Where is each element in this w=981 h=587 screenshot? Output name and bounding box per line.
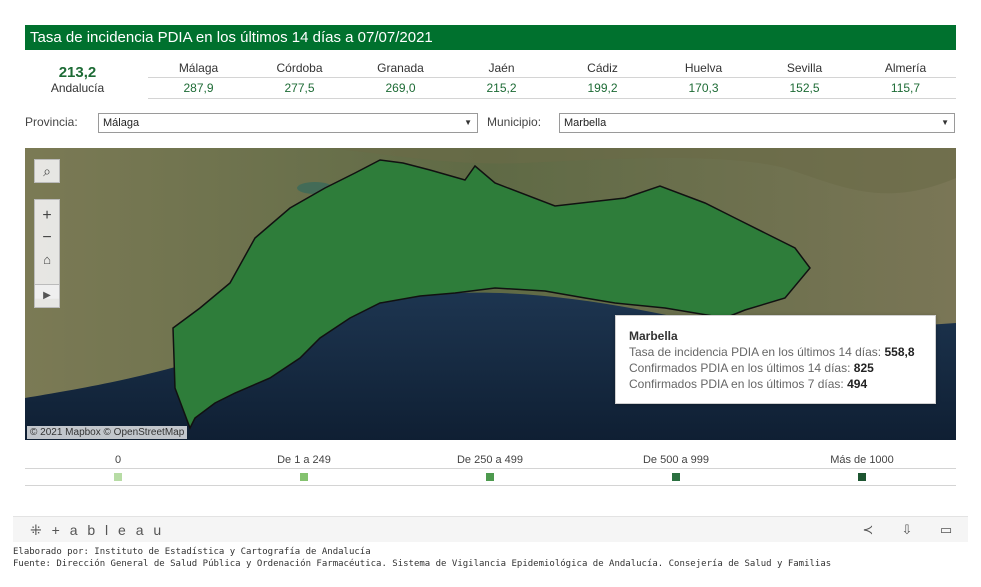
province-name: Granada <box>377 61 424 75</box>
fullscreen-icon[interactable]: ▭ <box>936 520 956 540</box>
province-value: 269,0 <box>385 81 416 95</box>
province-value: 152,5 <box>789 81 820 95</box>
footer-credits: Elaborado por: Instituto de Estadística … <box>13 546 963 570</box>
legend-swatch[interactable] <box>114 473 122 481</box>
share-icon[interactable]: ≺ <box>858 520 878 540</box>
legend-swatch[interactable] <box>300 473 308 481</box>
chevron-down-icon: ▼ <box>941 118 949 127</box>
filter-bar: Provincia: Málaga ▼ Municipio: Marbella … <box>25 113 956 133</box>
color-legend: 0 De 1 a 249 De 250 a 499 De 500 a 999 M… <box>25 453 956 487</box>
province-value: 287,9 <box>183 81 214 95</box>
tooltip-confirmed-14-label: Confirmados PDIA en los últimos 14 días: <box>629 361 851 375</box>
legend-labels: 0 De 1 a 249 De 250 a 499 De 500 a 999 M… <box>25 453 956 469</box>
legend-label: De 1 a 249 <box>277 454 331 466</box>
footer-line-source: Fuente: Dirección General de Salud Públi… <box>13 559 832 569</box>
andalucia-label: Andalucía <box>50 81 105 95</box>
tableau-logo-icon: ⁜ <box>30 522 45 538</box>
search-icon[interactable]: ⌕ <box>34 159 60 183</box>
chevron-down-icon: ▼ <box>464 118 472 127</box>
legend-swatch[interactable] <box>858 473 866 481</box>
legend-label: 0 <box>114 454 122 466</box>
legend-label: De 500 a 999 <box>642 454 710 466</box>
province-table: Málaga Córdoba Granada Jaén Cádiz Huelva… <box>148 58 956 99</box>
municipio-selected-value: Marbella <box>564 117 607 129</box>
incidence-summary: 213,2 Andalucía Málaga Córdoba Granada J… <box>25 58 956 100</box>
province-name: Córdoba <box>276 61 323 75</box>
province-value: 170,3 <box>688 81 719 95</box>
map-attribution[interactable]: © 2021 Mapbox © OpenStreetMap <box>27 426 188 439</box>
municipio-label: Municipio: <box>487 115 542 129</box>
tableau-logo[interactable]: ⁜ + a b l e a u <box>30 521 164 539</box>
province-name: Almería <box>884 61 927 75</box>
province-name: Jaén <box>488 61 515 75</box>
legend-swatch[interactable] <box>486 473 494 481</box>
tooltip-confirmed-7-label: Confirmados PDIA en los últimos 7 días: <box>629 377 844 391</box>
zoom-in-icon[interactable]: + <box>35 205 59 227</box>
province-value-row: 287,9 277,5 269,0 215,2 199,2 170,3 152,… <box>148 78 956 99</box>
province-name: Sevilla <box>786 61 823 75</box>
tooltip-incidence-value: 558,8 <box>884 345 915 359</box>
tooltip-incidence-label: Tasa de incidencia PDIA en los últimos 1… <box>629 345 882 359</box>
legend-label: Más de 1000 <box>830 454 894 466</box>
download-icon[interactable]: ⇩ <box>897 520 917 540</box>
province-header-row: Málaga Córdoba Granada Jaén Cádiz Huelva… <box>148 58 956 78</box>
province-value: 277,5 <box>284 81 315 95</box>
province-value: 115,7 <box>890 81 921 95</box>
province-name: Cádiz <box>587 61 618 75</box>
province-name: Huelva <box>684 61 723 75</box>
provincia-label: Provincia: <box>25 115 78 129</box>
province-name: Málaga <box>178 61 219 75</box>
tooltip-confirmed-7-value: 494 <box>847 377 868 391</box>
legend-swatches <box>25 469 956 486</box>
provincia-select[interactable]: Málaga ▼ <box>98 113 478 133</box>
legend-label: De 250 a 499 <box>456 454 524 466</box>
page-title: Tasa de incidencia PDIA en los últimos 1… <box>25 25 956 50</box>
tooltip-confirmed-7-line: Confirmados PDIA en los últimos 7 días: … <box>629 376 935 392</box>
tooltip-incidence-line: Tasa de incidencia PDIA en los últimos 1… <box>629 344 935 360</box>
province-value: 199,2 <box>587 81 618 95</box>
tableau-toolbar: ⁜ + a b l e a u ≺ ⇩ ▭ <box>13 516 968 542</box>
tooltip-title: Marbella <box>629 329 678 343</box>
legend-swatch[interactable] <box>672 473 680 481</box>
region-tooltip: Marbella Tasa de incidencia PDIA en los … <box>615 315 936 404</box>
tableau-logo-text: + a b l e a u <box>51 522 165 538</box>
footer-line-author: Elaborado por: Instituto de Estadística … <box>13 547 371 557</box>
play-icon[interactable]: ▶ <box>34 284 60 308</box>
province-value: 215,2 <box>486 81 517 95</box>
provincia-selected-value: Málaga <box>103 117 140 129</box>
tooltip-confirmed-14-value: 825 <box>853 361 874 375</box>
zoom-out-icon[interactable]: − <box>35 227 59 249</box>
municipio-select[interactable]: Marbella ▼ <box>559 113 955 133</box>
andalucia-value: 213,2 <box>58 64 97 81</box>
tooltip-confirmed-14-line: Confirmados PDIA en los últimos 14 días:… <box>629 360 935 376</box>
home-icon[interactable]: ⌂ <box>35 249 59 271</box>
andalucia-summary: 213,2 Andalucía <box>25 64 130 95</box>
